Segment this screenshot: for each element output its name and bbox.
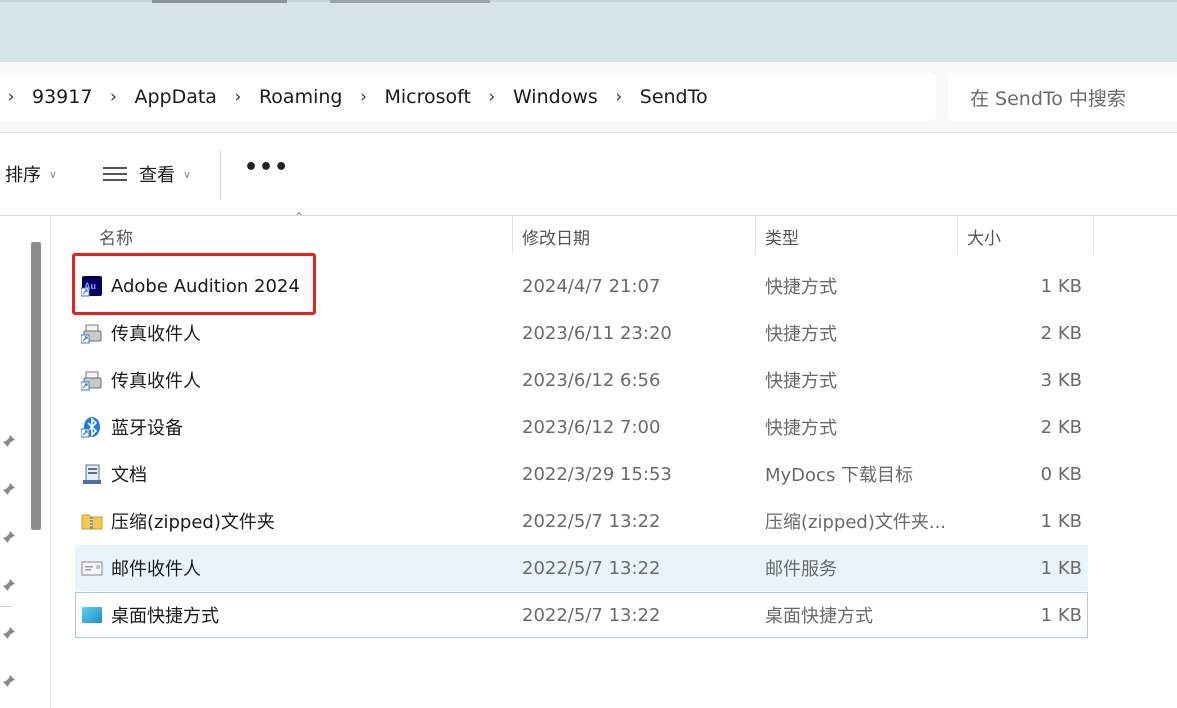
pin-icon[interactable] (2, 434, 16, 448)
column-divider[interactable] (512, 216, 513, 254)
navigation-pane[interactable] (0, 216, 51, 708)
chevron-right-icon[interactable]: › (352, 87, 374, 107)
file-name: 邮件收件人 (111, 559, 201, 580)
file-row[interactable]: 压缩(zipped)文件夹 2022/5/7 13:22 压缩(zipped)文… (75, 498, 1088, 544)
file-name: 传真收件人 (111, 371, 201, 392)
chevron-right-icon[interactable]: › (227, 87, 249, 107)
breadcrumb[interactable]: › 93917 › AppData › Roaming › Microsoft … (0, 73, 936, 121)
nav-scrollbar[interactable] (31, 242, 41, 530)
file-type: 邮件服务 (765, 559, 837, 580)
file-row[interactable]: 文档 2022/3/29 15:53 MyDocs 下载目标 0 KB (75, 451, 1088, 497)
file-type: 快捷方式 (765, 277, 837, 298)
file-row[interactable]: 传真收件人 2023/6/12 6:56 快捷方式 3 KB (75, 357, 1088, 403)
file-date: 2022/5/7 13:22 (522, 557, 661, 579)
file-row[interactable]: 邮件收件人 2022/5/7 13:22 邮件服务 1 KB (75, 545, 1088, 591)
view-button[interactable]: 查看 ∨ (103, 161, 191, 187)
zip-folder-icon (81, 514, 103, 530)
column-header-type[interactable]: 类型 (765, 216, 799, 256)
file-date: 2023/6/11 23:20 (522, 322, 672, 344)
file-size: 0 KB (1040, 463, 1082, 485)
breadcrumb-item[interactable]: AppData (134, 86, 217, 108)
column-header-name[interactable]: 名称 (99, 216, 133, 256)
desktop-icon (82, 607, 102, 623)
file-name: 压缩(zipped)文件夹 (111, 512, 275, 533)
sort-label: 排序 (5, 165, 41, 186)
file-date: 2022/3/29 15:53 (522, 463, 672, 485)
chevron-down-icon: ∨ (49, 167, 58, 181)
pin-icon[interactable] (2, 674, 16, 688)
file-type: 快捷方式 (765, 324, 837, 345)
file-size: 2 KB (1040, 322, 1082, 344)
file-name: 文档 (111, 465, 147, 486)
sort-ascending-icon: ⌃ (294, 210, 305, 224)
search-input[interactable]: 在 SendTo 中搜索 (948, 73, 1177, 121)
chevron-right-icon[interactable]: › (481, 87, 503, 107)
search-placeholder[interactable]: 在 SendTo 中搜索 (970, 84, 1126, 111)
file-size: 1 KB (1040, 275, 1082, 297)
command-bar: 排序 ∨ 查看 ∨ ••• (0, 133, 1177, 216)
chevron-down-icon: ∨ (183, 167, 192, 181)
breadcrumb-item[interactable]: Roaming (259, 86, 343, 108)
toolbar-divider (220, 150, 221, 200)
file-type: 快捷方式 (765, 371, 837, 392)
taskbar-thumbnail (152, 0, 287, 3)
column-divider[interactable] (957, 216, 958, 254)
file-row-selected[interactable]: 桌面快捷方式 2022/5/7 13:22 桌面快捷方式 1 KB (75, 592, 1088, 638)
file-name: 蓝牙设备 (111, 418, 183, 439)
file-size: 1 KB (1040, 510, 1082, 532)
breadcrumb-item[interactable]: Microsoft (384, 86, 470, 108)
fax-icon (81, 371, 102, 391)
taskbar-thumbnail (330, 0, 490, 3)
file-name: 传真收件人 (111, 324, 201, 345)
pin-icon[interactable] (2, 482, 16, 496)
file-date: 2023/6/12 6:56 (522, 369, 661, 391)
list-view-icon (103, 167, 127, 181)
pin-icon[interactable] (2, 626, 16, 640)
bluetooth-icon (81, 417, 100, 438)
file-date: 2022/5/7 13:22 (522, 604, 661, 626)
more-options-button[interactable]: ••• (244, 155, 289, 180)
column-header-date[interactable]: 修改日期 (522, 216, 590, 256)
nav-divider (0, 606, 12, 607)
fax-icon (81, 324, 102, 344)
file-date: 2023/6/12 7:00 (522, 416, 661, 438)
documents-icon (83, 464, 101, 484)
pin-icon[interactable] (2, 578, 16, 592)
highlight-box (72, 253, 316, 315)
sort-button[interactable]: 排序 ∨ (5, 161, 57, 187)
view-label: 查看 (139, 165, 175, 186)
file-type: 桌面快捷方式 (765, 606, 873, 627)
file-size: 2 KB (1040, 416, 1082, 438)
file-type: 快捷方式 (765, 418, 837, 439)
column-header-size[interactable]: 大小 (967, 216, 1001, 256)
breadcrumb-item[interactable]: Windows (513, 86, 598, 108)
file-date: 2022/5/7 13:22 (522, 510, 661, 532)
file-type: MyDocs 下载目标 (765, 465, 914, 486)
chevron-right-icon[interactable]: › (0, 87, 22, 107)
pin-icon[interactable] (2, 530, 16, 544)
file-row[interactable]: 蓝牙设备 2023/6/12 7:00 快捷方式 2 KB (75, 404, 1088, 450)
column-divider[interactable] (755, 216, 756, 254)
address-row: › 93917 › AppData › Roaming › Microsoft … (0, 62, 1177, 133)
chevron-right-icon[interactable]: › (608, 87, 630, 107)
file-row[interactable]: 传真收件人 2023/6/11 23:20 快捷方式 2 KB (75, 310, 1088, 356)
window-title-strip (0, 0, 1177, 62)
chevron-right-icon[interactable]: › (102, 87, 124, 107)
file-size: 1 KB (1040, 557, 1082, 579)
mail-icon (81, 561, 103, 576)
breadcrumb-item-current[interactable]: SendTo (640, 86, 708, 108)
file-size: 1 KB (1040, 604, 1082, 626)
file-name: 桌面快捷方式 (111, 606, 219, 627)
breadcrumb-item[interactable]: 93917 (32, 86, 92, 108)
file-size: 3 KB (1040, 369, 1082, 391)
file-date: 2024/4/7 21:07 (522, 275, 661, 297)
file-type: 压缩(zipped)文件夹... (765, 512, 947, 533)
column-divider[interactable] (1093, 216, 1094, 254)
